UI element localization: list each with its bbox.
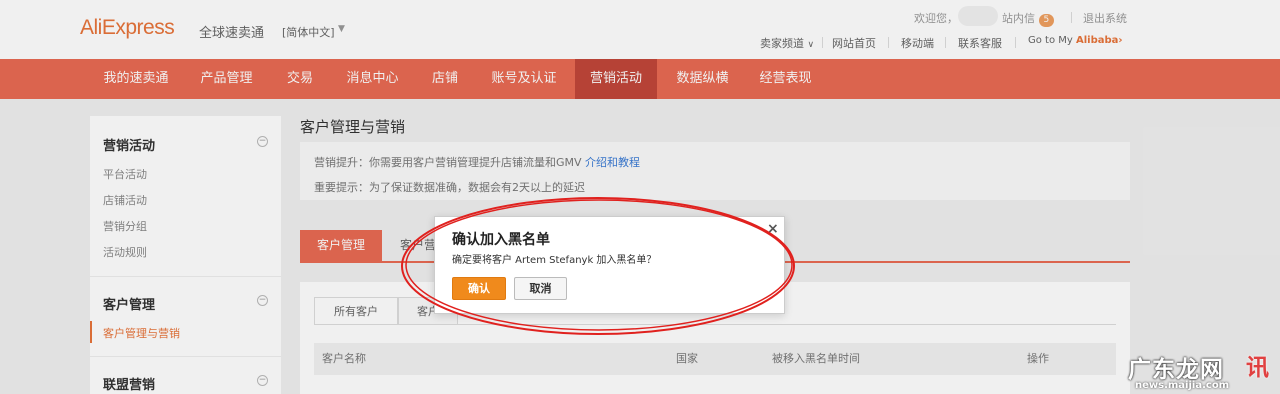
watermark: 广东龙网 讯 news.maijia.com [1122,344,1280,394]
watermark-url: news.maijia.com [1135,380,1230,391]
watermark-text: 广东龙网 [1128,357,1224,383]
annotation-inner [405,199,793,331]
watermark-logo: 讯 [1246,355,1269,381]
annotation-ellipse [401,197,795,335]
